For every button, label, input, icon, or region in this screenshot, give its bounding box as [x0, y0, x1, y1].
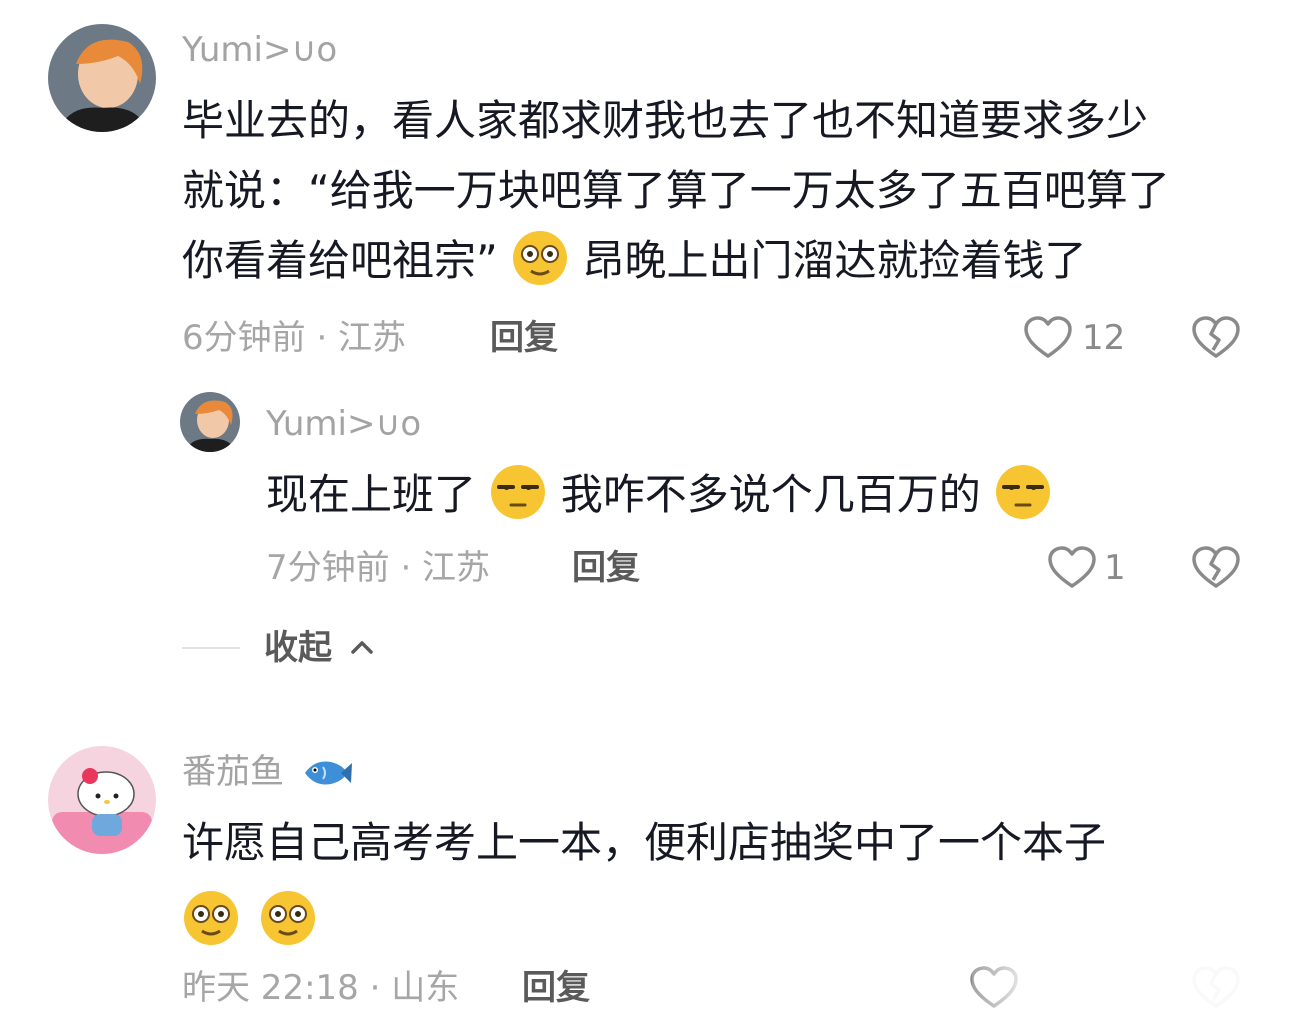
collapse-label: 收起: [264, 628, 332, 668]
comment-thread: Yumi>∪o 毕业去的，看人家都求财我也去了也不知道要求多少 就说：“给我一万…: [0, 0, 1290, 1016]
comment-line: 毕业去的，看人家都求财我也去了也不知道要求多少: [182, 96, 1149, 145]
watermark-overlay: [972, 960, 1290, 1016]
heart-icon[interactable]: [1024, 316, 1072, 360]
broken-heart-icon[interactable]: [1192, 316, 1240, 360]
avatar-image: [48, 24, 156, 132]
username-text: 番茄鱼: [182, 752, 284, 792]
chevron-up-icon: [351, 641, 373, 654]
dazed-emoji-icon: [184, 891, 238, 945]
avatar-image: [180, 392, 240, 452]
like-count: 1: [1104, 548, 1126, 588]
username[interactable]: 番茄鱼: [182, 752, 353, 792]
timestamp-location: 7分钟前 · 江苏: [266, 548, 491, 588]
comment-text: 毕业去的，看人家都求财我也去了也不知道要求多少 就说：“给我一万块吧算了算了一万…: [182, 86, 1262, 296]
broken-heart-icon[interactable]: [1192, 546, 1240, 590]
fish-icon: [304, 761, 352, 785]
like-count: 12: [1082, 318, 1126, 358]
username[interactable]: Yumi>∪o: [182, 30, 337, 70]
comment-text: 现在上班了 我咋不多说个几百万的: [266, 460, 1246, 530]
reply-button[interactable]: 回复: [572, 548, 640, 588]
timestamp-location: 6分钟前 · 江苏: [182, 318, 407, 358]
comment-line: 就说：“给我一万块吧算了算了一万太多了五百吧算了: [182, 166, 1170, 215]
comment-line-part: 昂晚上出门溜达就捡着钱了: [582, 236, 1087, 285]
avatar[interactable]: [180, 392, 240, 452]
comment-line: 许愿自己高考考上一本，便利店抽奖中了一个本子: [182, 818, 1107, 867]
comment-text-part: 现在上班了: [266, 470, 477, 519]
comment-line: 你看着给吧祖宗” 昂晚上出门溜达就捡着钱了: [182, 226, 1262, 296]
comment-text: 许愿自己高考考上一本，便利店抽奖中了一个本子: [182, 808, 1262, 956]
username[interactable]: Yumi>∪o: [266, 404, 421, 444]
timestamp-location: 昨天 22:18 · 山东: [182, 968, 460, 1008]
comment-text-part: 我咋不多说个几百万的: [560, 470, 981, 519]
avatar[interactable]: [48, 24, 156, 132]
dazed-emoji-icon: [261, 891, 316, 945]
unamused-emoji-icon: [996, 465, 1051, 519]
heart-icon[interactable]: [1048, 546, 1096, 590]
collapse-replies-button[interactable]: 收起: [264, 628, 374, 668]
dazed-emoji-icon: [513, 231, 568, 285]
reply-button[interactable]: 回复: [490, 318, 558, 358]
comment-line-part: 你看着给吧祖宗”: [182, 236, 498, 285]
avatar-image: [48, 746, 156, 854]
avatar[interactable]: [48, 746, 156, 854]
reply-button[interactable]: 回复: [522, 968, 590, 1008]
emoji-line: [182, 878, 1262, 956]
collapse-divider: [182, 647, 240, 649]
unamused-emoji-icon: [491, 465, 546, 519]
